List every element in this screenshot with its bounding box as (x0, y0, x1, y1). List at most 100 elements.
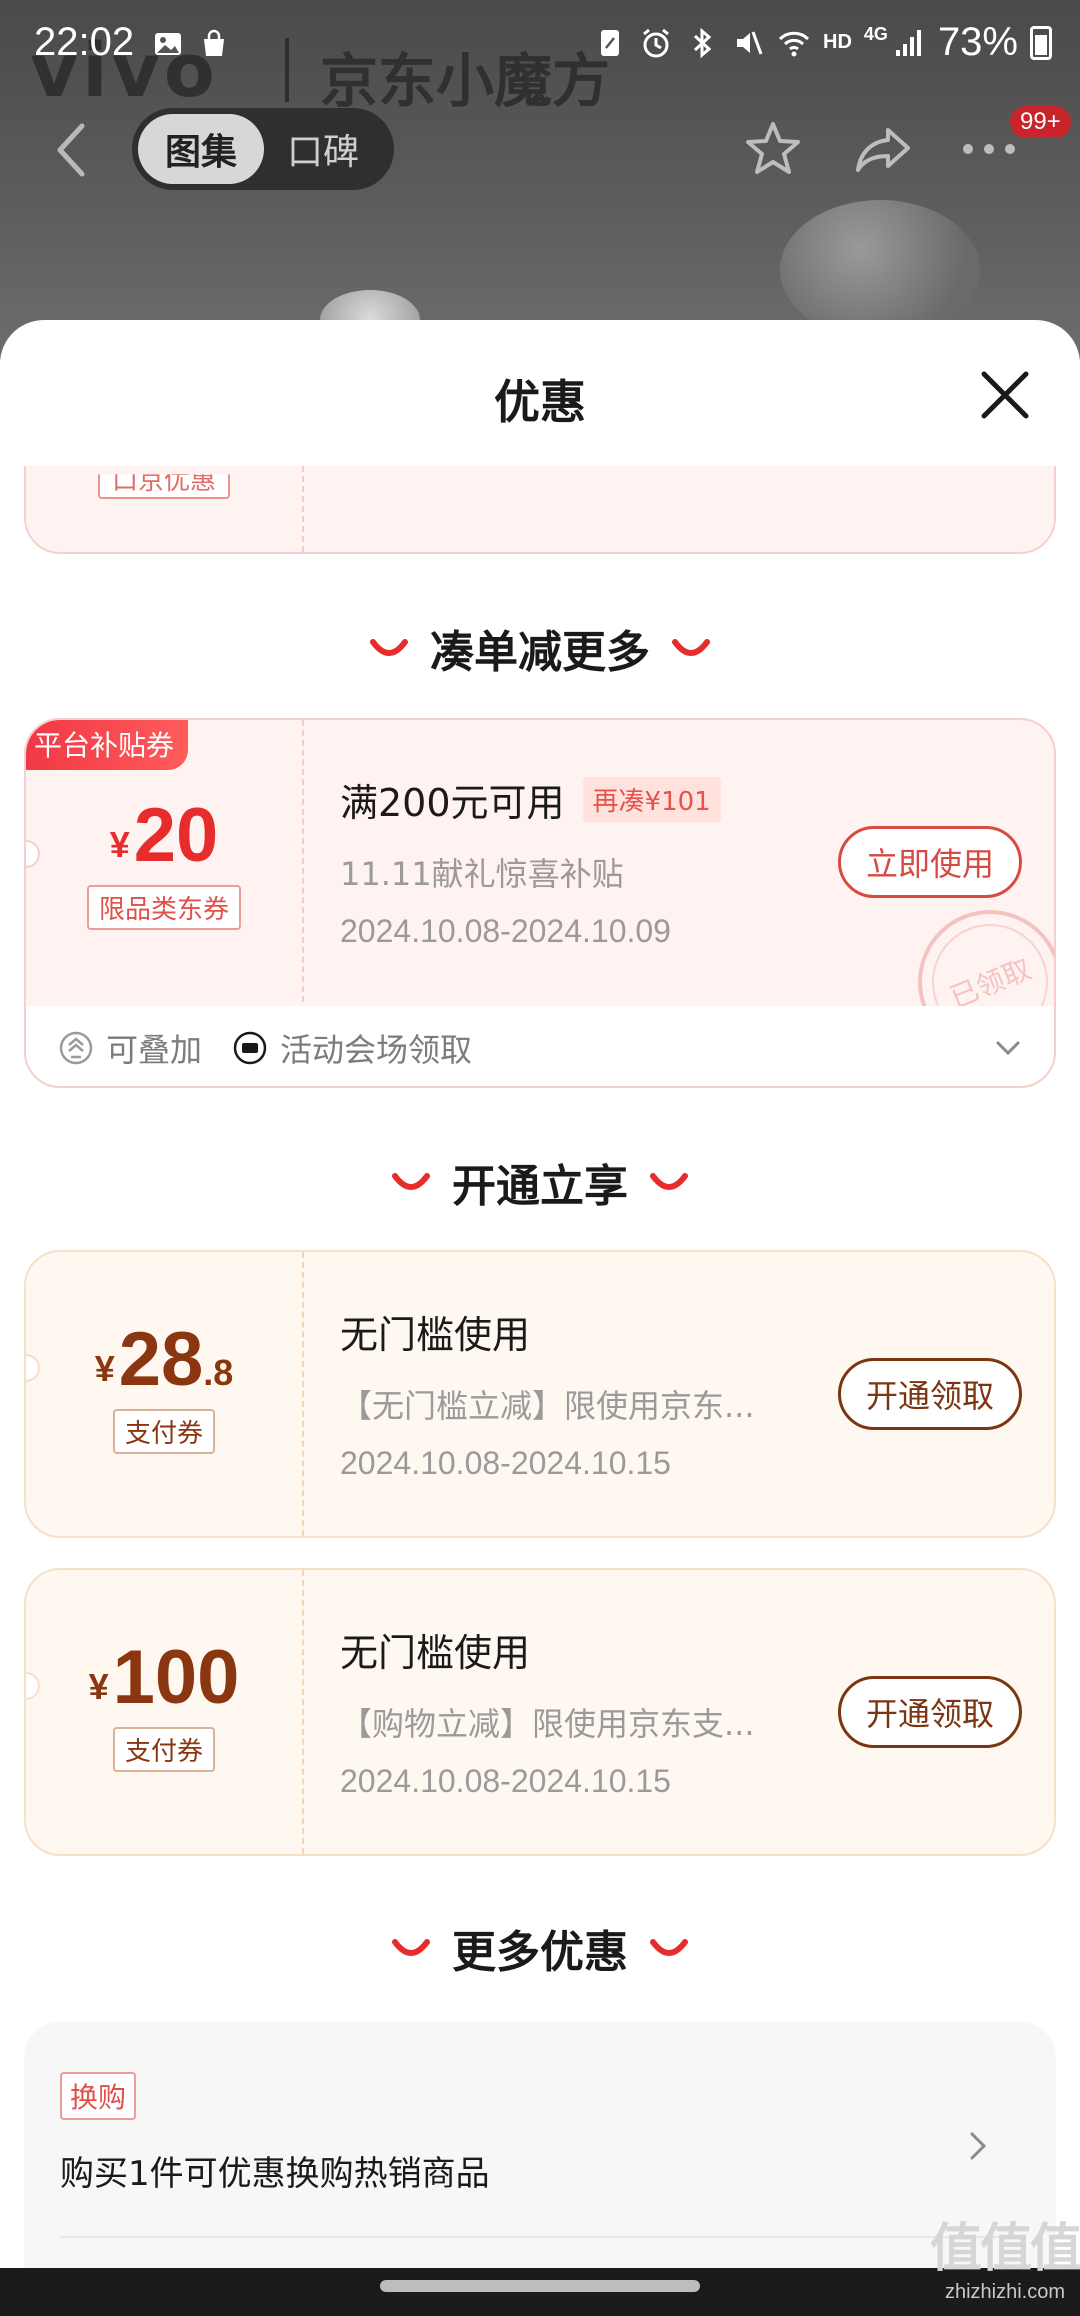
smile-decoration-icon (392, 1939, 430, 1956)
coupon-divider (302, 720, 304, 1002)
back-arrow-icon[interactable] (48, 120, 96, 180)
offers-sheet: 优惠 口京优惠 凑单减更多 平台补贴券 ¥20 限品类东券 满200元可用 再凑… (0, 320, 1080, 2316)
smile-decoration-icon (650, 1173, 688, 1190)
coupon-amount-box: ¥20 限品类东券 (26, 792, 302, 930)
coupon-date-range: 2024.10.08-2024.10.15 (340, 1445, 671, 1481)
coupon-condition-text: 无门槛使用 (340, 1631, 531, 1675)
coupon-subtitle: 【无门槛立减】限使用京东... (340, 1387, 755, 1425)
coupon-card-pay-1: ¥28.8 支付券 无门槛使用 【无门槛立减】限使用京东... 2024.10.… (24, 1250, 1056, 1538)
coupon-value: 20 (133, 793, 219, 878)
coupon-footer: 可叠加 活动会场领取 (26, 1006, 1054, 1086)
status-bar: 22:02 HD 4G 73% (0, 0, 1080, 92)
currency-symbol: ¥ (94, 1348, 115, 1389)
product-image (780, 200, 980, 340)
tab-gallery[interactable]: 图集 (138, 114, 264, 184)
coupon-value: 100 (112, 1635, 240, 1720)
coupon-condition-text: 无门槛使用 (340, 1313, 531, 1357)
coupon-amount: ¥20 (26, 792, 302, 879)
coupon-subtitle: 11.11献礼惊喜补贴 (340, 855, 624, 893)
divider (60, 2236, 1020, 2238)
coupon-info: 无门槛使用 【购物立减】限使用京东支... 2024.10.08-2024.10… (340, 1622, 810, 1800)
alarm-icon (643, 28, 669, 57)
notification-icons (152, 28, 230, 60)
stackable-label: 可叠加 (106, 1031, 203, 1069)
section-header-more-offers: 更多优惠 (0, 1916, 1080, 1980)
mute-icon (737, 30, 763, 55)
sheet-title: 优惠 (494, 375, 586, 429)
coupon-type-tag: 支付券 (112, 1409, 215, 1454)
star-icon[interactable] (742, 118, 804, 180)
coupon-info: 满200元可用 再凑¥101 11.11献礼惊喜补贴 2024.10.08-20… (340, 772, 810, 950)
section-title: 凑单减更多 (430, 627, 650, 678)
battery-percent: 73% (937, 20, 1018, 64)
coupon-date-range: 2024.10.08-2024.10.09 (340, 913, 671, 949)
coupon-value: 28 (118, 1317, 204, 1402)
section-header-more-discount: 凑单减更多 (0, 616, 1080, 680)
shopping-bag-icon (204, 29, 224, 56)
coupon-condition: 满200元可用 再凑¥101 (340, 772, 810, 827)
coupon-gap-tag: 再凑¥101 (582, 777, 721, 822)
bluetooth-icon (694, 27, 712, 58)
currency-symbol: ¥ (109, 824, 130, 865)
coupon-amount-box: ¥100 支付券 (26, 1634, 302, 1772)
use-now-button[interactable]: 立即使用 (838, 826, 1022, 898)
status-time: 22:02 (34, 20, 135, 64)
smile-decoration-icon (392, 1173, 430, 1190)
watermark-logo: 值值值 (930, 2219, 1080, 2279)
coupon-amount-box: ¥28.8 支付券 (26, 1316, 302, 1454)
share-icon[interactable] (852, 118, 914, 180)
coupon-condition: 无门槛使用 (340, 1622, 810, 1677)
coupon-amount: ¥100 (26, 1634, 302, 1721)
signal-icon (895, 29, 921, 56)
source-label: 活动会场领取 (280, 1031, 473, 1069)
coupon-subtitle: 【购物立减】限使用京东支... (340, 1705, 755, 1743)
coupon-card-platform: 平台补贴券 ¥20 限品类东券 满200元可用 再凑¥101 11.11献礼惊喜… (24, 718, 1056, 1088)
battery-icon (1030, 25, 1052, 60)
ticket-icon (233, 1031, 267, 1065)
chevron-right-icon[interactable] (964, 2126, 992, 2166)
coupon-ribbon: 平台补贴券 (26, 720, 189, 770)
hd-label: HD (823, 31, 852, 53)
close-icon[interactable] (978, 368, 1032, 422)
coupon-type-tag: 口京优惠 (98, 474, 231, 499)
status-right: HD 4G 73% (593, 20, 1052, 65)
coupon-condition-text: 满200元可用 (340, 781, 565, 825)
watermark-url: zhizhizhi.com (944, 2281, 1066, 2303)
gallery-icon (155, 33, 181, 55)
coupon-condition: 无门槛使用 (340, 1304, 810, 1359)
trade-up-tag: 换购 (60, 2072, 137, 2120)
section-header-membership: 开通立享 (0, 1150, 1080, 1214)
coupon-card-pay-2: ¥100 支付券 无门槛使用 【购物立减】限使用京东支... 2024.10.0… (24, 1568, 1056, 1856)
message-badge: 99+ (1010, 106, 1071, 138)
section-title: 开通立享 (452, 1161, 628, 1212)
coupon-divider (302, 466, 304, 552)
smile-decoration-icon (370, 639, 408, 656)
trade-up-text: 购买1件可优惠换购热销商品 (60, 2154, 490, 2194)
gallery-review-toggle: 图集 口碑 (132, 108, 394, 190)
section-title: 更多优惠 (452, 1927, 628, 1978)
network-type-label: 4G (863, 24, 888, 44)
tab-reviews[interactable]: 口碑 (264, 114, 382, 184)
smile-decoration-icon (672, 639, 710, 656)
stackable-info: 可叠加 (58, 1025, 202, 1071)
coupon-divider (302, 1570, 304, 1854)
navigation-bar (0, 2268, 1080, 2316)
wifi-icon (778, 31, 810, 56)
chevron-down-icon[interactable] (994, 1034, 1022, 1062)
smile-decoration-icon (650, 1939, 688, 1956)
coupon-amount: ¥28.8 (26, 1316, 302, 1403)
coupon-type-tag: 支付券 (112, 1727, 215, 1772)
activate-claim-button[interactable]: 开通领取 (838, 1358, 1022, 1430)
watermark: 值值值 zhizhizhi.com (930, 2206, 1080, 2304)
coupon-info: 无门槛使用 【无门槛立减】限使用京东... 2024.10.08-2024.10… (340, 1304, 810, 1482)
coupon-card-partial: 口京优惠 (24, 466, 1056, 554)
coupon-date-range: 2024.10.08-2024.10.15 (340, 1763, 671, 1799)
coupon-value-decimal: .8 (203, 1352, 234, 1393)
stack-icon (59, 1031, 93, 1065)
home-gesture-handle[interactable] (380, 2280, 700, 2292)
coupon-divider (302, 1252, 304, 1536)
activate-claim-button[interactable]: 开通领取 (838, 1676, 1022, 1748)
source-info: 活动会场领取 (232, 1025, 472, 1071)
coupon-type-tag: 限品类东券 (86, 885, 241, 930)
nfc-icon (601, 29, 620, 56)
